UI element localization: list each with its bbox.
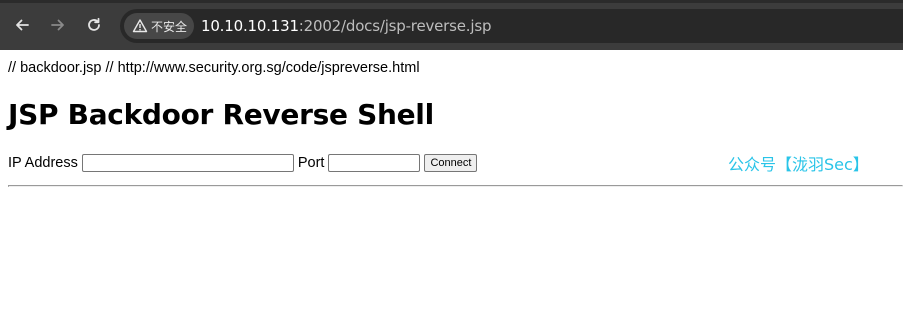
port-input[interactable] bbox=[328, 154, 421, 172]
back-button[interactable] bbox=[11, 14, 33, 36]
ip-address-label: IP Address bbox=[8, 155, 78, 171]
arrow-left-icon bbox=[16, 19, 29, 31]
reload-icon bbox=[88, 17, 100, 31]
connect-button[interactable]: Connect bbox=[424, 154, 478, 172]
url-path: :2002/docs/jsp-reverse.jsp bbox=[298, 17, 492, 35]
url-host: 10.10.10.131 bbox=[201, 17, 299, 35]
ip-address-input[interactable] bbox=[81, 154, 294, 172]
horizontal-divider bbox=[8, 185, 903, 187]
tab-strip-edge bbox=[0, 0, 903, 3]
port-label: Port bbox=[297, 155, 325, 171]
warning-triangle-icon bbox=[132, 19, 148, 33]
watermark-text: 公众号【泷羽Sec】 bbox=[728, 155, 869, 174]
reload-button[interactable] bbox=[83, 14, 105, 36]
security-indicator[interactable]: 不安全 bbox=[124, 13, 194, 39]
arrow-right-icon bbox=[51, 19, 64, 31]
address-bar[interactable]: 不安全 10.10.10.131:2002/docs/jsp-reverse.j… bbox=[120, 9, 903, 43]
url-text[interactable]: 10.10.10.131:2002/docs/jsp-reverse.jsp bbox=[201, 17, 491, 35]
source-comment: // backdoor.jsp // http://www.security.o… bbox=[8, 60, 420, 76]
forward-button[interactable] bbox=[47, 14, 69, 36]
page-content: // backdoor.jsp // http://www.security.o… bbox=[0, 50, 903, 323]
security-label: 不安全 bbox=[151, 19, 188, 34]
page-title: JSP Backdoor Reverse Shell bbox=[8, 98, 434, 131]
reverse-shell-form: IP Address Port Connect bbox=[8, 152, 478, 174]
browser-toolbar: 不安全 10.10.10.131:2002/docs/jsp-reverse.j… bbox=[0, 0, 903, 50]
